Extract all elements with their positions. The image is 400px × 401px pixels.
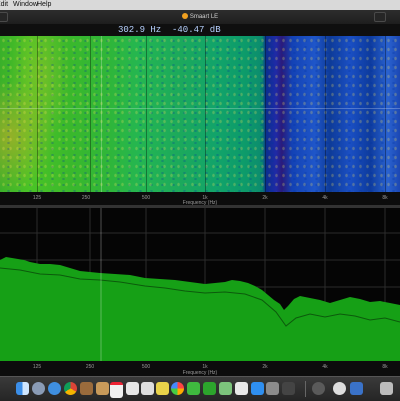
launchpad-icon[interactable]: [32, 382, 45, 395]
grid-line: [265, 36, 266, 192]
camera-icon[interactable]: [282, 382, 295, 395]
cursor-vertical: [101, 36, 102, 192]
messages-icon[interactable]: [187, 382, 200, 395]
dock: [0, 376, 400, 401]
spectrograph-plot[interactable]: [0, 36, 400, 192]
grid-line: [385, 36, 386, 192]
spectrum-plot[interactable]: [0, 208, 400, 361]
grid-line: [205, 36, 206, 192]
spectrum-graph: [0, 208, 400, 361]
maps-icon[interactable]: [219, 382, 232, 395]
window-title-text: Smaart LE: [189, 14, 219, 20]
grid-line: [90, 36, 91, 192]
menu-window[interactable]: Window: [13, 0, 38, 10]
finder-icon[interactable]: [16, 382, 29, 395]
grid-line: [37, 36, 38, 192]
smaart-icon[interactable]: [333, 382, 346, 395]
cursor-horizontal: [0, 108, 400, 109]
contacts-icon[interactable]: [80, 382, 93, 395]
spectrum-frequency-axis: 125 250 500 1k 2k 4k 8k Frequency (Hz): [0, 361, 400, 376]
facetime-icon[interactable]: [203, 382, 216, 395]
music-icon[interactable]: [235, 382, 248, 395]
app-icon: [181, 13, 188, 19]
spectrum-fill: [0, 257, 400, 361]
readout-level: -40.47 dB: [172, 25, 221, 35]
notes-icon[interactable]: [96, 382, 109, 395]
menu-edit[interactable]: Edit: [0, 0, 8, 10]
trash-icon[interactable]: [380, 382, 393, 395]
window-titlebar: Smaart LE: [0, 10, 400, 25]
window-title: Smaart LE: [0, 10, 400, 24]
dock-separator: [305, 381, 306, 397]
download-icon[interactable]: [350, 382, 363, 395]
calendar-icon[interactable]: [110, 382, 123, 398]
safari-icon[interactable]: [48, 382, 61, 395]
appstore-icon[interactable]: [251, 382, 264, 395]
spectrograph-frequency-axis: 125 250 500 1k 2k 4k 8k Frequency (Hz): [0, 192, 400, 206]
toolbar-button-left[interactable]: [0, 12, 8, 22]
menu-bar: Edit Window Help: [0, 0, 400, 10]
grid-line: [325, 36, 326, 192]
photos-icon[interactable]: [171, 382, 184, 395]
grid-line: [146, 36, 147, 192]
reminders-icon[interactable]: [126, 382, 139, 395]
preferences-icon[interactable]: [266, 382, 279, 395]
chrome-icon[interactable]: [64, 382, 77, 395]
stickies-icon[interactable]: [156, 382, 169, 395]
cursor-readout: 302.9 Hz -40.47 dB: [0, 24, 400, 36]
readout-frequency: 302.9 Hz: [118, 25, 162, 35]
preview-icon[interactable]: [141, 382, 154, 395]
activity-icon[interactable]: [312, 382, 325, 395]
toolbar-button-right[interactable]: [374, 12, 386, 22]
spectrograph-texture: [0, 36, 400, 192]
menu-help[interactable]: Help: [37, 0, 51, 10]
